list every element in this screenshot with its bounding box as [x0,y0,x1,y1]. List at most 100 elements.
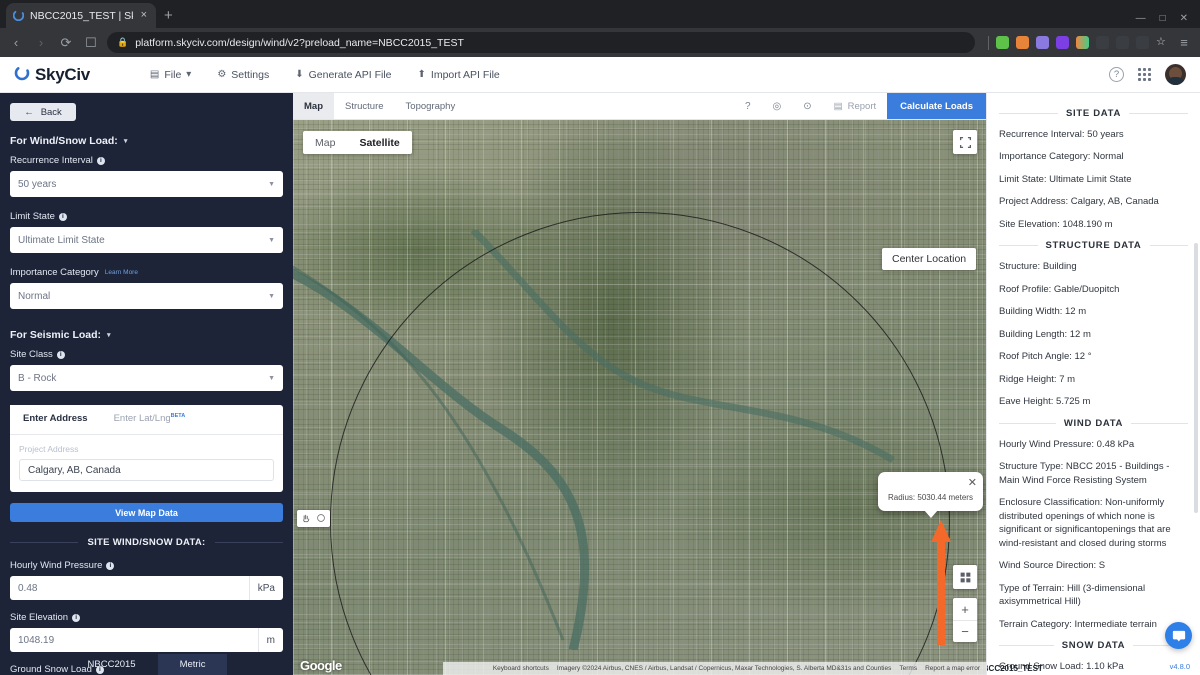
report-map-error-link[interactable]: Report a map error [925,665,980,672]
info-icon[interactable]: i [97,157,105,165]
window-maximize-icon[interactable]: □ [1160,13,1166,24]
window-close-icon[interactable]: ✕ [1180,13,1188,24]
tab-close-icon[interactable]: × [139,10,149,21]
site-class-value: B - Rock [18,373,56,384]
pan-hand-icon[interactable] [301,510,311,528]
menu-item-generate-api-file-label: Generate API File [309,69,392,81]
site-class-select[interactable]: B - Rock ▼ [10,365,283,391]
terms-link[interactable]: Terms [899,665,917,672]
importance-category-select[interactable]: Normal ▼ [10,283,283,309]
address-bar[interactable]: 🔒 platform.skyciv.com/design/wind/v2?pre… [107,32,975,53]
site-settings-icon[interactable]: 🔒 [117,37,128,48]
view-map-data-button[interactable]: View Map Data [10,503,283,522]
tab-topography[interactable]: Topography [395,93,467,119]
toolbar-divider [988,36,989,50]
seismic-group-label: For Seismic Load: [10,329,101,341]
map-layers-icon[interactable] [953,565,977,589]
menu-item-import-api-file[interactable]: ⬆ Import API File [418,69,500,81]
fullscreen-icon[interactable] [953,130,977,154]
window-minimize-icon[interactable]: — [1136,13,1146,24]
hourly-wind-pressure-label-text: Hourly Wind Pressure [10,560,102,571]
info-icon[interactable]: i [106,562,114,570]
project-address-input[interactable]: Calgary, AB, Canada [19,459,274,481]
chevron-down-icon: ▼ [268,375,275,382]
app-body: ← Back For Wind/Snow Load: ▾ Recurrence … [0,93,1200,675]
apps-grid-icon[interactable] [1138,68,1151,81]
address-tabs: Enter Address Enter Lat/LngBETA [10,405,283,435]
browser-menu-icon[interactable]: ≡ [1176,35,1192,50]
menu-item-generate-api-file[interactable]: ⬇ Generate API File [295,69,391,81]
extension-icon-3[interactable] [1036,36,1049,49]
help-icon[interactable]: ? [1109,67,1124,82]
keyboard-shortcuts-link[interactable]: Keyboard shortcuts [493,665,549,672]
learn-more-link[interactable]: Learn More [105,269,138,276]
close-icon[interactable]: ✕ [968,476,977,489]
chevron-down-icon: ▼ [268,293,275,300]
center-location-button[interactable]: Center Location [882,248,976,270]
report-button[interactable]: ▤ Report [823,93,888,119]
back-icon[interactable]: ‹ [8,35,24,50]
extension-icon-2[interactable] [1016,36,1029,49]
profile-icon[interactable] [1136,36,1149,49]
new-tab-button[interactable]: + [164,7,173,24]
recurrence-interval-value: 50 years [18,179,56,190]
site-elevation-input[interactable]: 1048.19 m [10,628,283,652]
forward-icon[interactable]: › [33,35,49,50]
extension-icon-4[interactable] [1056,36,1069,49]
recurrence-interval-select[interactable]: 50 years ▼ [10,171,283,197]
extension-icon-5[interactable] [1076,36,1089,49]
map-type-map[interactable]: Map [303,131,347,154]
hourly-wind-pressure-input[interactable]: 0.48 kPa [10,576,283,600]
wind-snow-group-header[interactable]: For Wind/Snow Load: ▾ [10,135,283,147]
limit-state-label-text: Limit State [10,211,55,222]
avatar[interactable] [1165,64,1186,85]
site-elevation-unit: m [258,628,283,652]
snow-data-divider: SNOW DATA [999,640,1188,651]
map-canvas[interactable]: Map Satellite Center Location [293,120,986,675]
zoom-in-button[interactable]: + [953,598,977,620]
reload-icon[interactable]: ⟳ [58,35,74,51]
zoom-out-button[interactable]: − [953,620,977,642]
seismic-group-header[interactable]: For Seismic Load: ▾ [10,329,283,341]
list-item: Enclosure Classification: Non-uniformly … [999,496,1188,550]
tab-structure[interactable]: Structure [334,93,395,119]
toolbar-help-icon[interactable]: ? [734,93,762,119]
menu-item-file[interactable]: ▤ File ▾ [150,69,191,81]
screenshot-icon[interactable]: ◎ [762,93,793,119]
toolbar-settings-icon[interactable]: ⊙ [792,93,822,119]
info-icon[interactable]: i [57,351,65,359]
calculate-loads-button[interactable]: Calculate Loads [887,93,986,119]
tab-metric[interactable]: Metric [158,654,228,675]
wind-direction-arrow [930,520,952,650]
project-name-status: NBCC2015_TEST [986,664,1043,673]
star-icon[interactable]: ☆ [1156,36,1169,49]
list-item: Site Elevation: 1048.190 m [999,218,1188,231]
panel-scrollbar[interactable] [1194,243,1198,513]
info-icon[interactable]: i [59,213,67,221]
sidebar-toggle-icon[interactable] [1116,36,1129,49]
project-address-label: Project Address [19,444,274,454]
menu-item-settings[interactable]: ⚙ Settings [217,69,269,81]
tab-map[interactable]: Map [293,93,334,119]
tab-enter-address[interactable]: Enter Address [10,405,101,434]
snow-data-header: SNOW DATA [1062,640,1125,651]
extension-icon-1[interactable] [996,36,1009,49]
upload-icon: ⬆ [418,69,426,80]
info-icon[interactable]: i [72,614,80,622]
app-logo[interactable]: SkyCiv [14,65,90,85]
browser-tab[interactable]: NBCC2015_TEST | SkyCi × [6,3,156,28]
limit-state-select[interactable]: Ultimate Limit State ▼ [10,227,283,253]
browser-tab-title: NBCC2015_TEST | SkyCi [30,10,133,22]
tab-nbcc2015[interactable]: NBCC2015 [66,654,158,675]
extension-icon-6[interactable] [1096,36,1109,49]
list-item: Importance Category: Normal [999,150,1188,163]
circle-draw-icon[interactable] [316,510,326,528]
map-type-satellite[interactable]: Satellite [347,131,411,154]
divider-line [215,542,283,543]
bookmark-icon[interactable]: ☐ [83,35,99,51]
back-button[interactable]: ← Back [10,103,76,121]
map-zoom-controls: + − [953,598,977,642]
list-item: Eave Height: 5.725 m [999,395,1188,408]
tab-enter-latlng[interactable]: Enter Lat/LngBETA [101,405,199,434]
intercom-chat-button[interactable] [1165,622,1192,649]
